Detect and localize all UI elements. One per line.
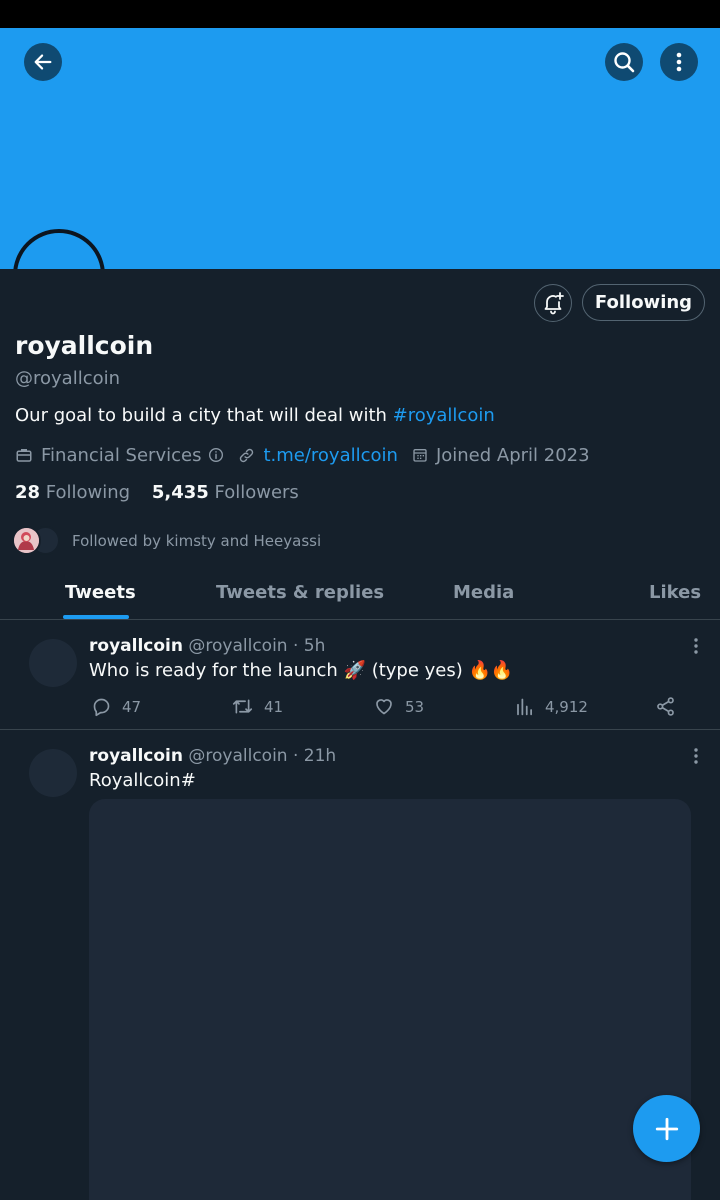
tab-tweets-replies[interactable]: Tweets & replies — [216, 582, 384, 603]
website[interactable]: t.me/royallcoin — [238, 445, 398, 466]
more-vertical-icon — [694, 748, 698, 764]
tweet-author-name[interactable]: royallcoin — [89, 746, 183, 766]
share-button[interactable] — [655, 696, 686, 717]
active-tab-indicator — [63, 615, 129, 619]
views-icon — [517, 698, 532, 716]
briefcase-icon — [16, 449, 32, 462]
profile-meta: Financial Services t.me/royallcoin Joine… — [15, 443, 604, 467]
more-vertical-icon — [694, 638, 698, 654]
tweet-header: royallcoin @royallcoin · 21h — [89, 746, 336, 766]
followers-label: Followers — [214, 482, 299, 503]
avatar[interactable] — [29, 749, 77, 797]
tweet-text: Royallcoin# — [89, 770, 196, 791]
avatar-image — [14, 528, 39, 553]
avatar[interactable] — [29, 639, 77, 687]
following-label: Following — [45, 482, 131, 503]
tweet-more-button[interactable] — [688, 747, 704, 765]
category: Financial Services — [15, 445, 224, 466]
bio-text: Our goal to build a city that will deal … — [15, 405, 393, 426]
tweet-header: royallcoin @royallcoin · 5h — [89, 636, 325, 656]
follow-counts: 28 Following 5,435 Followers — [15, 482, 299, 503]
retweet-count: 41 — [264, 697, 284, 716]
followed-by-avatars — [12, 526, 60, 555]
retweet-icon — [232, 699, 253, 714]
retweet-button[interactable]: 41 — [231, 696, 283, 717]
tweet-more-button[interactable] — [688, 637, 704, 655]
profile-name: royallcoin — [15, 331, 154, 360]
compose-plus-icon — [655, 1117, 678, 1140]
avatar — [12, 526, 41, 555]
bio-hashtag-link[interactable]: #royallcoin — [393, 405, 495, 426]
followers-count: 5,435 — [151, 482, 209, 503]
calendar-icon — [413, 449, 427, 462]
views-button[interactable]: 4,912 — [515, 696, 588, 717]
followed-by[interactable]: Followed by kimsty and Heeyassi — [12, 526, 321, 555]
joined-label: Joined April 2023 — [435, 444, 590, 466]
tweet[interactable]: royallcoin @royallcoin · 5h Who is ready… — [0, 620, 720, 729]
link-icon — [240, 448, 254, 462]
share-icon — [657, 697, 674, 716]
following-count-link[interactable]: 28 Following — [15, 482, 130, 503]
tweet-author-name[interactable]: royallcoin — [89, 636, 183, 656]
tweet-handle-time: @royallcoin · 5h — [188, 636, 326, 656]
tweet-handle-time: @royallcoin · 21h — [188, 746, 337, 766]
following-button[interactable]: Following — [582, 284, 705, 321]
back-arrow-icon — [34, 54, 52, 70]
status-bar — [0, 0, 720, 28]
search-button[interactable] — [605, 43, 643, 81]
tab-media[interactable]: Media — [453, 582, 514, 603]
like-icon — [376, 699, 392, 715]
reply-icon — [93, 698, 110, 717]
info-icon[interactable] — [208, 447, 224, 463]
tab-likes[interactable]: Likes — [649, 582, 701, 603]
profile-handle: @royallcoin — [15, 368, 121, 389]
bell-plus-icon — [544, 292, 564, 315]
joined-date: Joined April 2023 — [412, 445, 590, 466]
profile-tabs: Tweets Tweets & replies Media Likes — [0, 566, 720, 620]
profile-bio: Our goal to build a city that will deal … — [15, 405, 495, 426]
search-icon — [614, 52, 635, 73]
followed-by-text: Followed by kimsty and Heeyassi — [72, 531, 322, 550]
followers-count-link[interactable]: 5,435 Followers — [152, 482, 299, 503]
compose-tweet-button[interactable] — [633, 1095, 700, 1162]
more-options-button[interactable] — [660, 43, 698, 81]
back-button[interactable] — [24, 43, 62, 81]
views-count: 4,912 — [545, 697, 588, 716]
more-vertical-icon — [676, 52, 682, 72]
following-count: 28 — [15, 482, 41, 503]
tweet-text: Who is ready for the launch 🚀 (type yes)… — [89, 660, 514, 681]
reply-count: 47 — [122, 697, 142, 716]
website-link[interactable]: t.me/royallcoin — [263, 445, 397, 466]
reply-button[interactable]: 47 — [91, 696, 141, 717]
like-button[interactable]: 53 — [373, 696, 424, 717]
tweet-media[interactable] — [89, 799, 691, 1200]
tab-tweets[interactable]: Tweets — [65, 582, 136, 603]
notifications-button[interactable] — [534, 284, 572, 322]
category-label: Financial Services — [41, 444, 202, 466]
like-count: 53 — [405, 697, 425, 716]
